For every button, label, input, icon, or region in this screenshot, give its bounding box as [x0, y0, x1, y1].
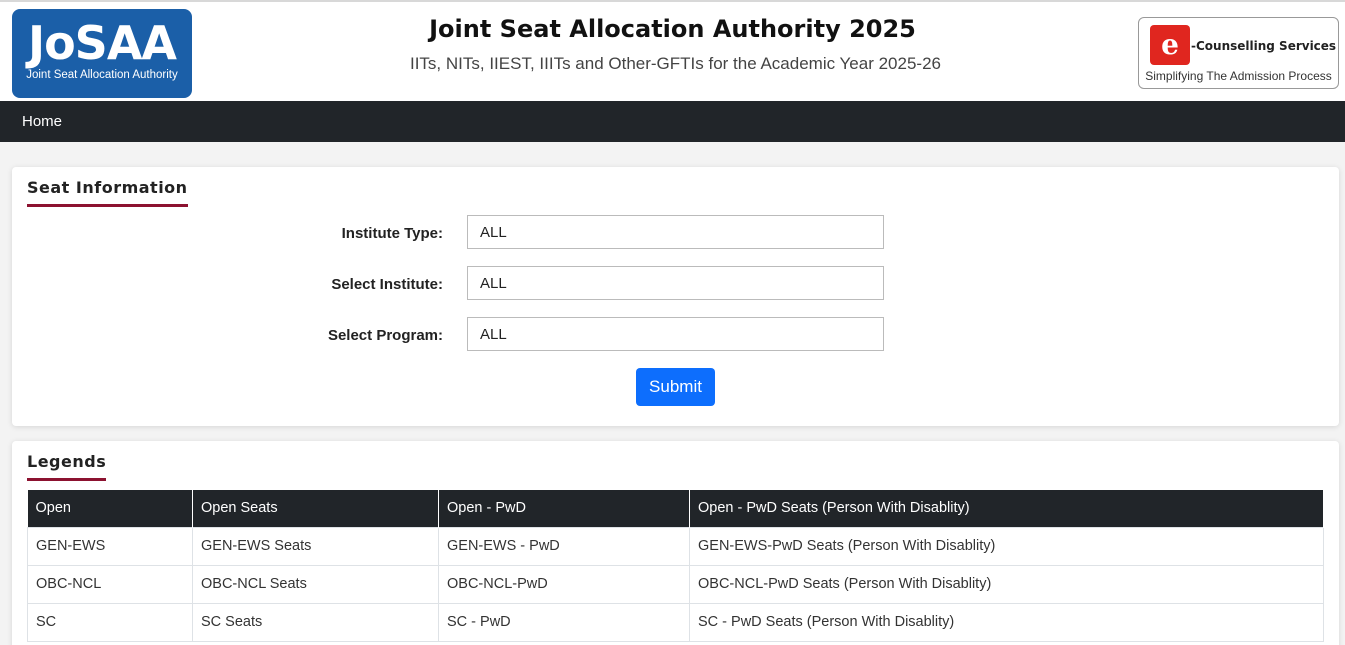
legends-title: Legends [27, 452, 107, 481]
column-header: Open - PwD [438, 490, 690, 527]
table-header-row: Open Open Seats Open - PwD Open - PwD Se… [27, 490, 1324, 527]
table-row: OBC-NCL OBC-NCL Seats OBC-NCL-PwD OBC-NC… [27, 564, 1324, 604]
table-cell: GEN-EWS - PwD [438, 526, 690, 566]
program-label: Select Program: [327, 327, 443, 344]
table-cell: SC Seats [192, 602, 439, 642]
table-cell: OBC-NCL Seats [192, 564, 439, 604]
submit-button[interactable]: Submit [636, 368, 715, 406]
table-cell: SC - PwD [438, 602, 690, 642]
seat-information-card: Seat Information Institute Type: ALL Sel… [12, 167, 1339, 426]
table-cell: GEN-EWS-PwD Seats (Person With Disablity… [689, 526, 1324, 566]
ecounselling-label: -Counselling Services [1191, 39, 1337, 53]
ecounselling-badge-icon: e [1150, 25, 1190, 65]
table-cell: OBC-NCL-PwD Seats (Person With Disablity… [689, 564, 1324, 604]
institute-type-select[interactable]: ALL [467, 215, 884, 249]
column-header: Open Seats [192, 490, 439, 527]
table-row: SC SC Seats SC - PwD SC - PwD Seats (Per… [27, 602, 1324, 642]
table-cell: SC - PwD Seats (Person With Disablity) [689, 602, 1324, 642]
table-cell: OBC-NCL [27, 564, 193, 604]
table-cell: GEN-EWS [27, 526, 193, 566]
ecounselling-tagline: Simplifying The Admission Process [1145, 69, 1332, 83]
program-select[interactable]: ALL [467, 317, 884, 351]
table-cell: GEN-EWS Seats [192, 526, 439, 566]
legends-card: Legends Open Open Seats Open - PwD Open … [12, 441, 1339, 645]
column-header: Open [27, 490, 193, 527]
legends-table: Open Open Seats Open - PwD Open - PwD Se… [27, 490, 1324, 642]
table-row: GEN-EWS GEN-EWS Seats GEN-EWS - PwD GEN-… [27, 526, 1324, 566]
navbar: Home [0, 101, 1345, 142]
institute-type-label: Institute Type: [341, 225, 443, 242]
table-cell: OBC-NCL-PwD [438, 564, 690, 604]
site-header: JoSAA Joint Seat Allocation Authority Jo… [0, 0, 1345, 101]
table-cell: SC [27, 602, 193, 642]
nav-home-link[interactable]: Home [22, 113, 62, 130]
seat-information-title: Seat Information [27, 178, 188, 207]
column-header: Open - PwD Seats (Person With Disablity) [689, 490, 1324, 527]
institute-select[interactable]: ALL [467, 266, 884, 300]
ecounselling-logo[interactable]: e -Counselling Services Simplifying The … [1138, 17, 1339, 89]
institute-label: Select Institute: [331, 276, 443, 293]
